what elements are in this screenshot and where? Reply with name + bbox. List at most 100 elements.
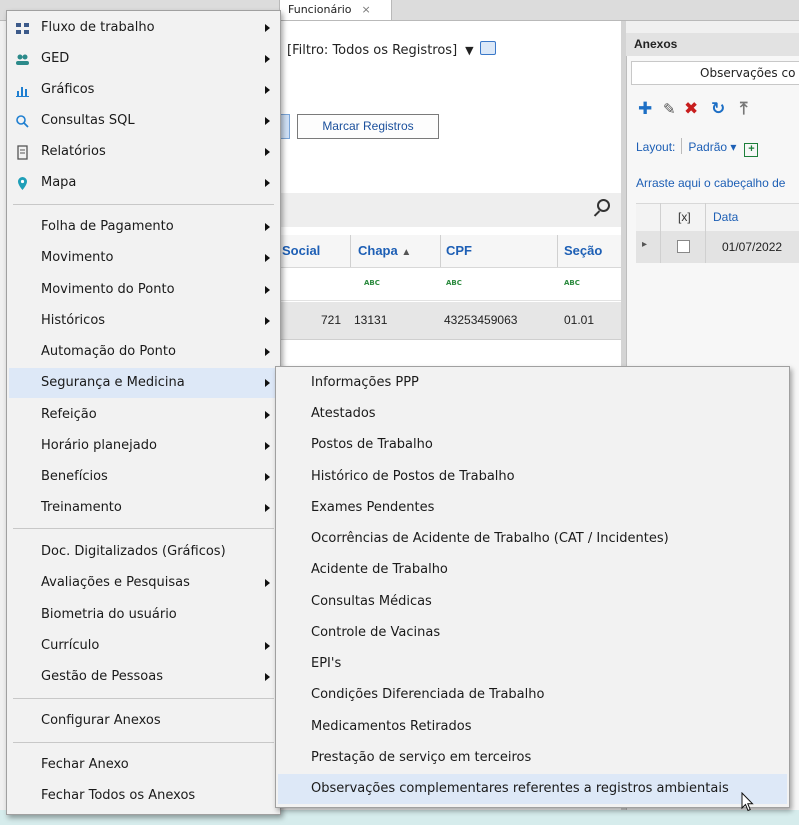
chevron-right-icon <box>265 411 270 419</box>
layout-label: Layout: <box>636 140 676 154</box>
menu-item-ged[interactable]: GED <box>9 44 278 74</box>
menu-item-fluxo-trabalho[interactable]: Fluxo de trabalho <box>9 13 278 43</box>
menu-item-fechar-todos-anexos[interactable]: Fechar Todos os Anexos <box>9 781 278 811</box>
menu-item-relatorios[interactable]: Relatórios <box>9 137 278 167</box>
chart-icon <box>16 87 29 97</box>
column-header-secao[interactable]: Seção <box>564 243 602 258</box>
menu-item-configurar-anexos[interactable]: Configurar Anexos <box>9 706 278 736</box>
submenu-item-prestacao-servico[interactable]: Prestação de serviço em terceiros <box>278 743 787 773</box>
menu-item-movimento-ponto[interactable]: Movimento do Ponto <box>9 275 278 305</box>
menu-item-folha-pagamento[interactable]: Folha de Pagamento <box>9 212 278 242</box>
menu-item-automacao-ponto[interactable]: Automação do Ponto <box>9 337 278 367</box>
menu-item-consultas-sql[interactable]: Consultas SQL <box>9 106 278 136</box>
menu-separator <box>13 698 274 699</box>
hidden-button-edge[interactable] <box>280 114 290 139</box>
tab-close-icon[interactable]: × <box>362 3 371 16</box>
menu-item-gestao-pessoas[interactable]: Gestão de Pessoas <box>9 662 278 692</box>
grid-filter-row: ABC ABC ABC <box>280 268 621 301</box>
menu-item-doc-digitalizados[interactable]: Doc. Digitalizados (Gráficos) <box>9 537 278 567</box>
submenu-item-postos-trabalho[interactable]: Postos de Trabalho <box>278 430 787 460</box>
text-filter-icon[interactable]: ABC <box>446 279 462 287</box>
submenu-item-acidente-trabalho[interactable]: Acidente de Trabalho <box>278 555 787 585</box>
chevron-down-icon[interactable]: ▼ <box>465 44 473 57</box>
attachments-title: Anexos <box>626 33 799 56</box>
menu-item-movimento[interactable]: Movimento <box>9 243 278 273</box>
refresh-icon[interactable]: ↻ <box>711 101 725 118</box>
menu-separator <box>13 204 274 205</box>
tab-label: Funcionário <box>288 3 352 16</box>
edit-icon[interactable]: ✎ <box>663 101 676 118</box>
submenu-seguranca-medicina: Informações PPP Atestados Postos de Trab… <box>275 366 790 808</box>
add-icon[interactable]: ✚ <box>638 101 652 118</box>
chevron-right-icon <box>265 117 270 125</box>
move-top-icon[interactable]: ⤒ <box>740 101 748 118</box>
submenu-item-controle-vacinas[interactable]: Controle de Vacinas <box>278 618 787 648</box>
menu-separator <box>13 742 274 743</box>
text-filter-icon[interactable]: ABC <box>364 279 380 287</box>
column-header-social[interactable]: Social <box>282 243 320 258</box>
column-header-chapa[interactable]: Chapa ▲ <box>358 243 411 258</box>
table-row[interactable]: 721 13131 43253459063 01.01 <box>280 302 621 340</box>
submenu-item-observacoes-complementares[interactable]: Observações complementares referentes a … <box>278 774 787 804</box>
workflow-icon <box>16 23 29 34</box>
menu-item-beneficios[interactable]: Benefícios <box>9 462 278 492</box>
chevron-right-icon <box>265 473 270 481</box>
column-header-cpf[interactable]: CPF <box>446 243 472 258</box>
tab-funcionario[interactable]: Funcionário × <box>280 0 392 20</box>
menu-item-seguranca-medicina[interactable]: Segurança e Medicina <box>9 368 278 398</box>
cell-code: 721 <box>321 313 342 327</box>
column-header-date[interactable]: Data <box>713 210 738 224</box>
submenu-item-atestados[interactable]: Atestados <box>278 399 787 429</box>
chevron-right-icon <box>265 504 270 512</box>
cell-chapa: 13131 <box>354 313 388 327</box>
menu-item-horario-planejado[interactable]: Horário planejado <box>9 431 278 461</box>
chevron-right-icon <box>265 286 270 294</box>
group-by-hint: Arraste aqui o cabeçalho de <box>636 176 786 190</box>
submenu-item-exames-pendentes[interactable]: Exames Pendentes <box>278 493 787 523</box>
menu-item-fechar-anexo[interactable]: Fechar Anexo <box>9 750 278 780</box>
submenu-item-consultas-medicas[interactable]: Consultas Médicas <box>278 587 787 617</box>
chevron-right-icon <box>265 442 270 450</box>
menu-item-graficos[interactable]: Gráficos <box>9 75 278 105</box>
cell-cpf: 43253459063 <box>444 313 518 327</box>
map-pin-icon <box>18 177 27 190</box>
delete-icon[interactable]: ✖ <box>684 101 698 118</box>
menu-separator <box>13 528 274 529</box>
chevron-right-icon <box>265 223 270 231</box>
menu-item-refeicao[interactable]: Refeição <box>9 400 278 430</box>
menu-item-biometria[interactable]: Biometria do usuário <box>9 600 278 630</box>
menu-item-curriculo[interactable]: Currículo <box>9 631 278 661</box>
chevron-right-icon <box>265 642 270 650</box>
layout-value[interactable]: Padrão ▾ <box>688 140 736 154</box>
mark-records-button[interactable]: Marcar Registros <box>297 114 439 139</box>
menu-item-avaliacoes-pesquisas[interactable]: Avaliações e Pesquisas <box>9 568 278 598</box>
submenu-item-epis[interactable]: EPI's <box>278 649 787 679</box>
submenu-item-ocorrencias-acidente[interactable]: Ocorrências de Acidente de Trabalho (CAT… <box>278 524 787 554</box>
book-icon[interactable] <box>479 41 496 55</box>
column-header-select[interactable]: [x] <box>678 210 691 224</box>
row-checkbox[interactable] <box>677 240 690 253</box>
submenu-item-condicoes-diferenciada[interactable]: Condições Diferenciada de Trabalho <box>278 680 787 710</box>
chevron-right-icon <box>265 379 270 387</box>
sort-asc-icon: ▲ <box>401 247 412 258</box>
submenu-item-historico-postos[interactable]: Histórico de Postos de Trabalho <box>278 462 787 492</box>
report-icon <box>17 145 28 160</box>
menu-item-mapa[interactable]: Mapa <box>9 168 278 198</box>
chevron-right-icon <box>265 673 270 681</box>
menu-item-treinamento[interactable]: Treinamento <box>9 493 278 523</box>
layout-selector[interactable]: Layout: Padrão ▾ + <box>636 138 759 157</box>
text-filter-icon[interactable]: ABC <box>564 279 580 287</box>
chevron-right-icon <box>265 24 270 32</box>
cell-date: 01/07/2022 <box>722 240 783 254</box>
chevron-right-icon <box>265 579 270 587</box>
mouse-cursor-icon <box>741 792 754 812</box>
submenu-item-medicamentos-retirados[interactable]: Medicamentos Retirados <box>278 712 787 742</box>
add-layout-icon[interactable]: + <box>744 143 759 157</box>
tab-observacoes[interactable]: Observações co <box>631 61 799 85</box>
chevron-right-icon <box>265 86 270 94</box>
search-icon[interactable] <box>597 199 610 212</box>
menu-item-historicos[interactable]: Históricos <box>9 306 278 336</box>
chevron-right-icon <box>265 148 270 156</box>
filter-dropdown[interactable]: [Filtro: Todos os Registros] ▼ <box>287 41 496 58</box>
submenu-item-informacoes-ppp[interactable]: Informações PPP <box>278 368 787 398</box>
